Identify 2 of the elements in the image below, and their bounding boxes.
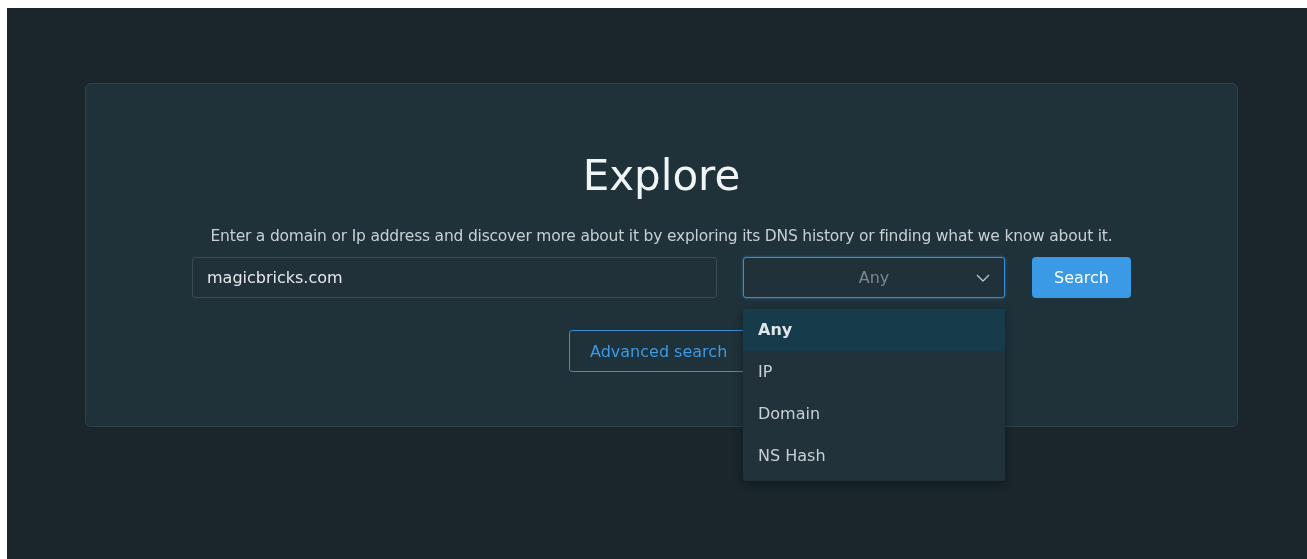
description-text: Enter a domain or Ip address and discover more about it by exploring its DNS history or finding what we know about it. bbox=[210, 226, 1113, 246]
page-title: Explore bbox=[582, 150, 741, 202]
